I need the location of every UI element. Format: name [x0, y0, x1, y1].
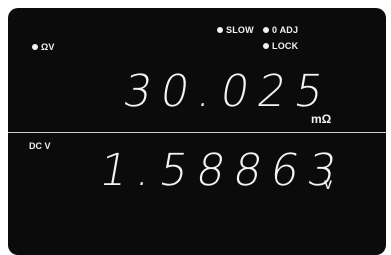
- secondary-function-label: DC V: [29, 141, 51, 151]
- indicator-dot-icon: [263, 43, 269, 49]
- display-divider: [8, 132, 386, 133]
- primary-unit: mΩ: [311, 112, 332, 126]
- lock-label: LOCK: [272, 41, 299, 51]
- secondary-unit: V: [324, 178, 333, 192]
- indicator-dot-icon: [263, 27, 269, 33]
- lock-indicator: LOCK: [263, 41, 298, 51]
- indicator-dot-icon: [32, 44, 38, 50]
- ohm-v-indicator: ΩV: [32, 42, 55, 52]
- zero-adj-indicator: 0 ADJ: [263, 25, 298, 35]
- meter-display: ΩV SLOW 0 ADJ LOCK 30.025 mΩ DC V 1.5886…: [8, 8, 386, 255]
- slow-label: SLOW: [226, 25, 254, 35]
- zero-adj-label: 0 ADJ: [272, 25, 299, 35]
- secondary-reading: 1.58863: [95, 145, 350, 196]
- ohm-v-label: ΩV: [41, 42, 55, 52]
- slow-indicator: SLOW: [217, 25, 254, 35]
- primary-reading: 30.025: [119, 66, 337, 117]
- indicator-dot-icon: [217, 27, 223, 33]
